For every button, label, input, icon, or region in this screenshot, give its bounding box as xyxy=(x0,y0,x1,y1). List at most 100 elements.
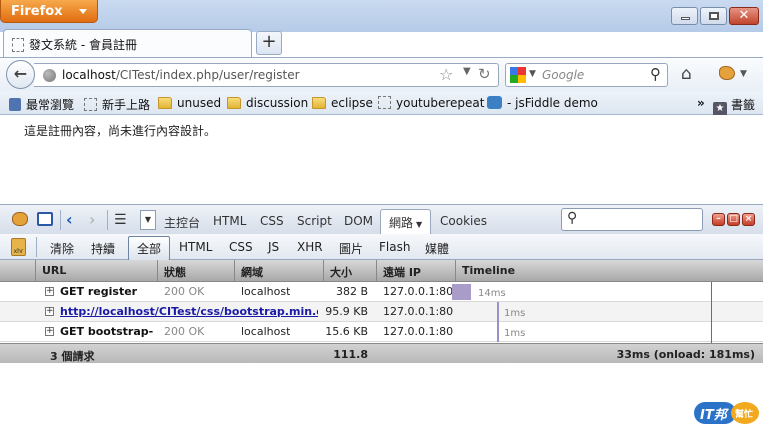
filter-html[interactable]: HTML xyxy=(179,240,212,254)
bookmark-folder-eclipse[interactable]: eclipse xyxy=(312,96,373,110)
tab-script[interactable]: Script xyxy=(297,214,332,228)
firebug-icon[interactable] xyxy=(719,66,735,80)
search-bar[interactable]: ▼ Google ⚲ xyxy=(505,63,668,87)
table-row[interactable]: + GET bootstrap- 200 OK localhost 15.6 K… xyxy=(0,322,763,342)
bookmark-label: unused xyxy=(177,96,222,110)
chevron-down-icon xyxy=(79,9,87,14)
minimize-button[interactable] xyxy=(671,7,698,25)
new-tab-button[interactable]: + xyxy=(256,31,282,55)
close-window-button[interactable]: ✕ xyxy=(729,7,759,25)
search-placeholder[interactable]: Google xyxy=(542,68,584,82)
back-button[interactable]: ← xyxy=(6,60,35,89)
detach-firebug-button[interactable]: □ xyxy=(727,213,740,226)
chevron-down-icon: ▼ xyxy=(416,220,423,229)
tab-css[interactable]: CSS xyxy=(260,214,284,228)
tab-html[interactable]: HTML xyxy=(213,214,246,228)
menu-icon[interactable]: ☰ xyxy=(114,212,127,228)
request-status: 200 OK xyxy=(164,285,205,298)
inspect-icon[interactable] xyxy=(37,212,53,226)
bookmarks-menu-button[interactable]: ★ 書籤 xyxy=(713,96,755,116)
filter-css[interactable]: CSS xyxy=(229,240,253,254)
firefox-menu-button[interactable]: Firefox xyxy=(0,0,98,23)
minimize-firebug-button[interactable]: – xyxy=(712,213,725,226)
search-icon[interactable]: ⚲ xyxy=(650,65,661,83)
bookmark-getting-started[interactable]: 新手上路 xyxy=(84,96,150,113)
table-row[interactable]: + GET register 200 OK localhost 382 B 12… xyxy=(0,282,763,302)
request-size: 95.9 KB xyxy=(318,305,368,318)
chevron-right-icon[interactable]: › xyxy=(89,210,95,229)
filter-images[interactable]: 圖片 xyxy=(339,240,363,257)
clear-button[interactable]: 清除 xyxy=(50,240,74,257)
filter-js[interactable]: JS xyxy=(268,240,279,254)
filter-all[interactable]: 全部 xyxy=(128,236,171,261)
request-ip: 127.0.0.1:80 xyxy=(383,305,454,318)
separator xyxy=(36,237,37,257)
timeline-bar xyxy=(497,302,499,322)
content-text: 這是註冊內容，尚未進行內容設計。 xyxy=(24,124,217,138)
column-spacer xyxy=(0,260,36,282)
url-domain: localhost xyxy=(62,68,116,82)
column-timeline[interactable]: Timeline xyxy=(456,260,763,282)
page-icon xyxy=(84,98,97,111)
expand-icon[interactable]: + xyxy=(45,307,54,316)
table-row[interactable]: + http://localhost/CITest/css/bootstrap.… xyxy=(0,302,763,322)
xhr-icon[interactable]: xhr xyxy=(11,238,26,256)
filter-flash[interactable]: Flash xyxy=(379,240,410,254)
bookmarks-menu-label: 書籤 xyxy=(731,98,756,112)
firebug-icon[interactable] xyxy=(12,212,28,226)
chevron-left-icon[interactable]: ‹ xyxy=(66,210,73,229)
bookmark-label: 新手上路 xyxy=(102,98,151,112)
column-remote-ip[interactable]: 遠端 IP xyxy=(377,260,456,282)
request-size: 382 B xyxy=(335,285,368,298)
column-size[interactable]: 大小 xyxy=(324,260,377,282)
maximize-button[interactable] xyxy=(700,7,727,25)
folder-icon xyxy=(312,97,326,109)
google-logo-icon xyxy=(510,67,526,83)
persist-button[interactable]: 持續 xyxy=(91,240,115,257)
firebug-search-input[interactable]: ⚲ xyxy=(561,208,703,231)
reload-icon[interactable]: ↻ xyxy=(478,65,491,83)
firebug-dropdown-icon[interactable]: ▼ xyxy=(740,69,747,79)
tab-console[interactable]: 主控台 xyxy=(164,214,200,231)
url-history-dropdown-icon[interactable]: ▼ xyxy=(463,66,471,77)
book-icon xyxy=(9,98,21,111)
request-url-link[interactable]: http://localhost/CITest/css/bootstrap.mi… xyxy=(60,305,326,318)
filter-media[interactable]: 媒體 xyxy=(425,240,449,257)
minimize-icon xyxy=(681,17,690,20)
search-engine-dropdown-icon[interactable]: ▼ xyxy=(529,69,536,79)
firefox-menu-label: Firefox xyxy=(11,4,63,19)
expand-icon[interactable]: + xyxy=(45,287,54,296)
tab-net[interactable]: 網路 ▼ xyxy=(380,209,432,234)
maximize-icon xyxy=(709,12,719,20)
filter-xhr[interactable]: XHR xyxy=(297,240,323,254)
request-url: GET bootstrap- xyxy=(60,325,154,338)
page-icon xyxy=(12,38,24,52)
tab-cookies[interactable]: Cookies xyxy=(440,214,487,228)
folder-icon xyxy=(227,97,241,109)
home-icon[interactable]: ⌂ xyxy=(681,64,692,84)
bookmark-youtuberepeat[interactable]: youtuberepeat xyxy=(378,96,484,110)
title-bar: Firefox ✕ xyxy=(0,0,763,32)
tab-register[interactable]: 發文系統 - 會員註冊 xyxy=(3,29,252,57)
panel-dropdown-button[interactable]: ▼ xyxy=(140,210,156,230)
column-url[interactable]: URL xyxy=(36,260,158,282)
close-firebug-button[interactable]: × xyxy=(742,213,755,226)
page-content: 這是註冊內容，尚未進行內容設計。 xyxy=(0,115,763,204)
tab-dom[interactable]: DOM xyxy=(344,214,373,228)
column-domain[interactable]: 網域 xyxy=(235,260,324,282)
bookmark-folder-discussion[interactable]: discussion xyxy=(227,96,308,110)
url-bar[interactable]: localhost/CITest/index.php/user/register… xyxy=(34,63,499,87)
url-text[interactable]: localhost/CITest/index.php/user/register xyxy=(62,68,300,82)
expand-icon[interactable]: + xyxy=(45,327,54,336)
column-status[interactable]: 狀態 xyxy=(158,260,235,282)
folder-icon xyxy=(158,97,172,109)
bookmark-folder-unused[interactable]: unused xyxy=(158,96,221,110)
bookmark-jsfiddle[interactable]: - jsFiddle demo xyxy=(487,96,598,110)
bookmark-most-visited[interactable]: 最常瀏覽 xyxy=(9,96,74,113)
timeline-bar xyxy=(452,284,471,300)
bookmark-star-icon[interactable]: ☆ xyxy=(439,65,453,84)
request-url: GET register xyxy=(60,285,138,298)
page-icon xyxy=(378,96,391,109)
bookmarks-overflow-chevron[interactable]: » xyxy=(697,96,705,110)
bookmark-label: 最常瀏覽 xyxy=(26,98,75,112)
